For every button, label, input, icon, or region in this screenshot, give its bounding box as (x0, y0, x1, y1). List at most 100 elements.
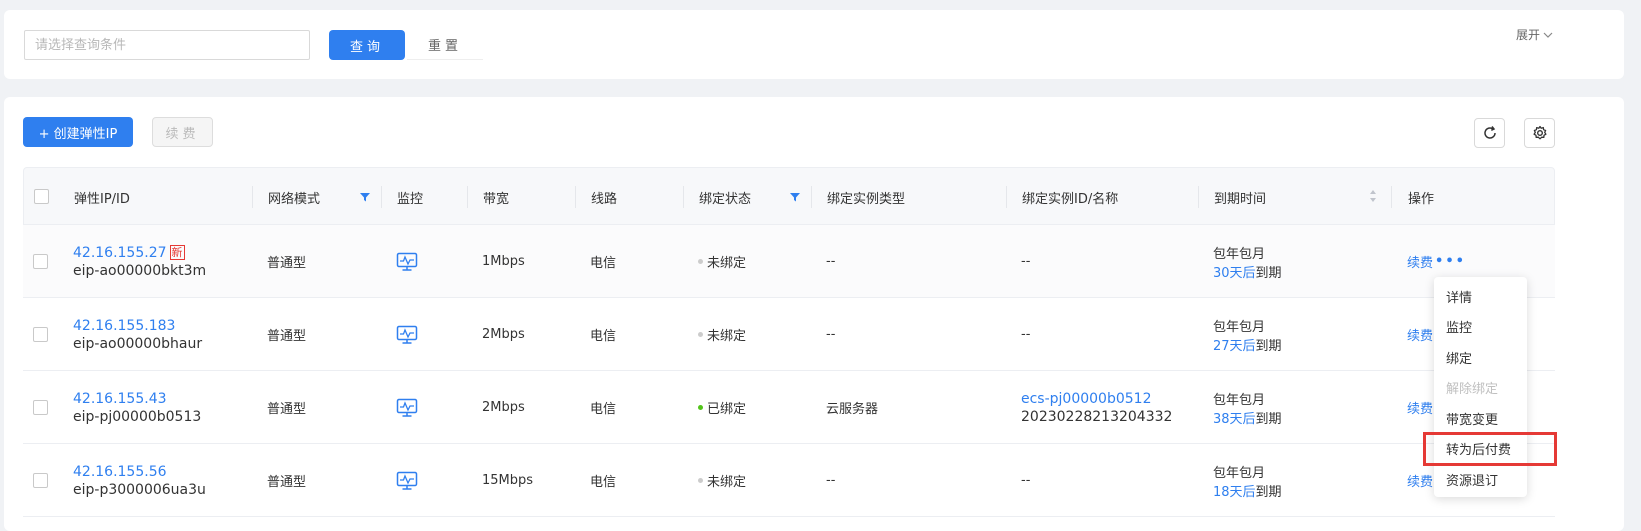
monitor-icon[interactable] (396, 252, 418, 272)
eip-address[interactable]: 42.16.155.27 (73, 245, 167, 261)
column-divider (1006, 186, 1007, 208)
renew-link[interactable]: 续费 (1407, 252, 1433, 271)
column-divider (683, 186, 684, 208)
line-type: 电信 (590, 402, 617, 417)
status-dot (698, 259, 703, 264)
renew-link[interactable]: 续费 (1407, 398, 1433, 417)
expire-suffix: 到期 (1255, 265, 1282, 281)
menu-item[interactable]: 详情 (1434, 281, 1527, 312)
menu-item[interactable]: 带宽变更 (1434, 403, 1527, 434)
bind-status-text: 未绑定 (707, 475, 747, 490)
select-all-checkbox[interactable] (34, 189, 49, 204)
status-dot (698, 332, 703, 337)
eip-address-link[interactable]: 42.16.155.27 新 (73, 245, 206, 261)
refresh-icon (1483, 126, 1496, 139)
bind-status-text: 未绑定 (707, 256, 747, 271)
monitor-link[interactable] (396, 444, 418, 517)
network-mode: 普通型 (267, 402, 307, 417)
row-checkbox[interactable] (33, 400, 48, 415)
monitor-icon[interactable] (396, 398, 418, 418)
more-actions-menu: 详情 监控 绑定 解除绑定 带宽变更 转为后付费 资源退订 (1434, 277, 1527, 497)
menu-item[interactable]: 监控 (1434, 312, 1527, 343)
eip-list-panel: + 创建弹性IP 续费 弹性IP/ID 网络模式 监控 带宽 线路 绑定状态 绑… (4, 97, 1624, 531)
header-monitor: 监控 (397, 191, 424, 207)
table-settings-button[interactable] (1524, 118, 1555, 148)
header-mode: 网络模式 (268, 191, 321, 207)
row-checkbox[interactable] (33, 254, 48, 269)
menu-item[interactable]: 解除绑定 (1434, 373, 1527, 404)
batch-renew-button[interactable]: 续费 (152, 117, 213, 147)
expire-days: 27天后 (1213, 338, 1256, 354)
bandwidth: 15Mbps (482, 473, 534, 488)
monitor-icon[interactable] (396, 325, 418, 345)
instance-id: -- (1021, 327, 1031, 342)
bind-status: 未绑定 (698, 252, 746, 271)
new-badge: 新 (169, 245, 185, 260)
header-line: 线路 (591, 191, 618, 207)
column-divider (1391, 186, 1392, 208)
bandwidth: 2Mbps (482, 327, 525, 342)
bandwidth: 2Mbps (482, 400, 525, 415)
sort-icon[interactable] (1369, 189, 1377, 203)
monitor-link[interactable] (396, 225, 418, 298)
instance-id: -- (1021, 473, 1031, 488)
column-divider (381, 186, 382, 208)
expire-days: 18天后 (1213, 484, 1256, 500)
query-button[interactable]: 查询 (329, 30, 405, 60)
renew-link[interactable]: 续费 (1407, 325, 1433, 344)
table-header: 弹性IP/ID 网络模式 监控 带宽 线路 绑定状态 绑定实例类型 绑定实例ID… (23, 167, 1555, 225)
header-instance-id: 绑定实例ID/名称 (1022, 191, 1119, 207)
eip-address-link[interactable]: 42.16.155.183 (73, 318, 202, 334)
line-type: 电信 (590, 329, 617, 344)
monitor-icon[interactable] (396, 471, 418, 491)
network-mode: 普通型 (267, 329, 307, 344)
column-divider (1198, 186, 1199, 208)
refresh-button[interactable] (1474, 118, 1505, 148)
header-instance-type: 绑定实例类型 (827, 191, 906, 207)
instance-name: 20230228213204332 (1021, 408, 1173, 425)
bind-status: 未绑定 (698, 325, 746, 344)
billing-type: 包年包月 (1213, 392, 1266, 408)
row-checkbox[interactable] (33, 327, 48, 342)
eip-id: eip-ao00000bhaur (73, 335, 203, 352)
filter-icon[interactable] (790, 192, 800, 202)
monitor-link[interactable] (396, 371, 418, 444)
column-divider (575, 186, 576, 208)
eip-address[interactable]: 42.16.155.56 (73, 464, 167, 480)
table-row: 42.16.155.56 eip-p3000006ua3u 普通型 15Mbps… (23, 444, 1555, 517)
menu-item[interactable]: 转为后付费 (1434, 434, 1527, 465)
eip-address-link[interactable]: 42.16.155.56 (73, 464, 206, 480)
line-type: 电信 (590, 475, 617, 490)
filter-icon[interactable] (360, 192, 370, 202)
instance-type: -- (826, 327, 836, 342)
instance-type: -- (826, 473, 836, 488)
search-panel: 查询 重置 展开 (4, 10, 1624, 79)
gear-icon (1532, 125, 1547, 140)
monitor-link[interactable] (396, 298, 418, 371)
status-dot (698, 478, 703, 483)
bind-status-text: 未绑定 (707, 329, 747, 344)
expire-suffix: 到期 (1255, 411, 1282, 427)
expire-suffix: 到期 (1255, 484, 1282, 500)
eip-address-link[interactable]: 42.16.155.43 (73, 391, 201, 407)
renew-link[interactable]: 续费 (1407, 471, 1433, 490)
search-input[interactable] (24, 30, 310, 60)
instance-type: 云服务器 (826, 402, 879, 417)
network-mode: 普通型 (267, 475, 307, 490)
eip-address[interactable]: 42.16.155.43 (73, 391, 167, 407)
instance-id: ecs-pj00000b0512 (1021, 390, 1152, 407)
header-bind-status: 绑定状态 (699, 191, 752, 207)
eip-address[interactable]: 42.16.155.183 (73, 318, 175, 334)
header-ops: 操作 (1408, 191, 1435, 207)
expand-toggle[interactable]: 展开 (1516, 26, 1553, 43)
bind-status: 未绑定 (698, 471, 746, 490)
more-actions-button[interactable]: ••• (1435, 254, 1466, 269)
eip-id: eip-p3000006ua3u (73, 481, 206, 498)
expire-days: 30天后 (1213, 265, 1256, 281)
reset-button[interactable]: 重置 (407, 30, 483, 60)
create-eip-button[interactable]: + 创建弹性IP (23, 117, 133, 147)
row-checkbox[interactable] (33, 473, 48, 488)
menu-item[interactable]: 绑定 (1434, 342, 1527, 373)
bind-status: 已绑定 (698, 398, 746, 417)
menu-item[interactable]: 资源退订 (1434, 464, 1527, 495)
